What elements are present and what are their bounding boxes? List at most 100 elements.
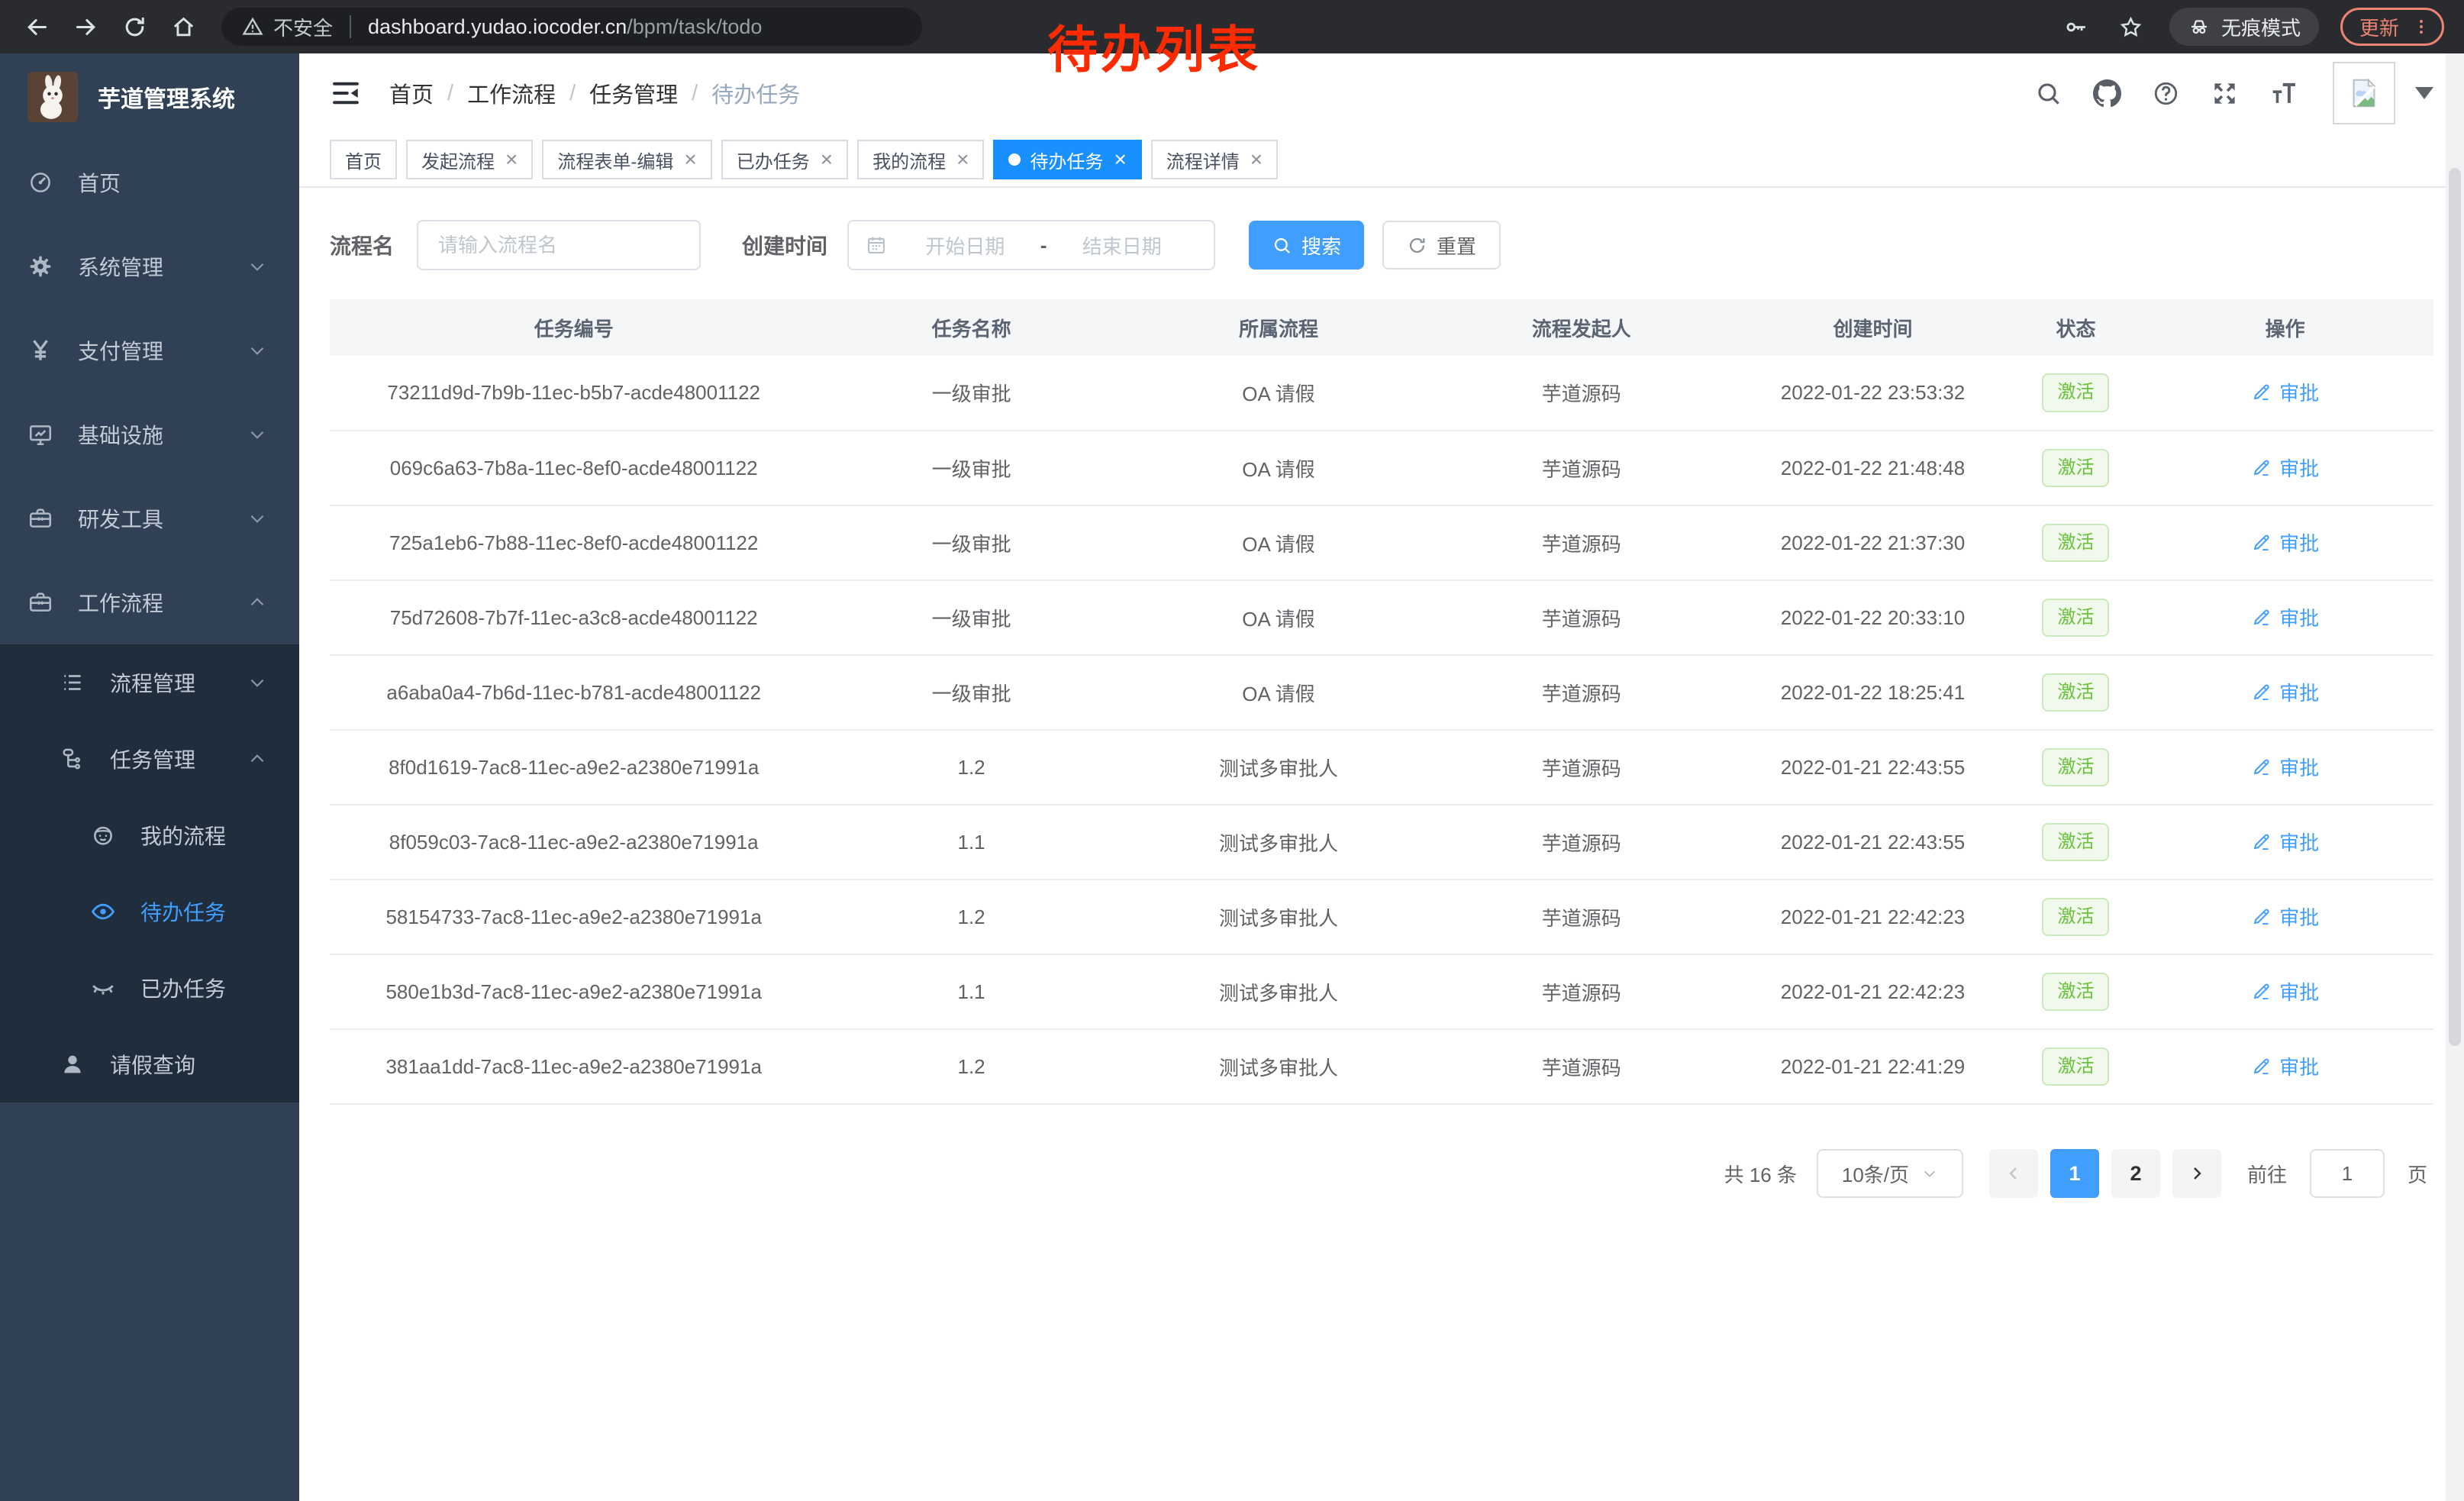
cell-process: 测试多审批人 [1125, 805, 1432, 880]
sidebar-item-done-task[interactable]: 已办任务 [0, 950, 299, 1026]
tab-close-icon[interactable]: × [684, 149, 696, 170]
cell-starter: 芋道源码 [1432, 580, 1730, 655]
breadcrumb-item[interactable]: 任务管理 [589, 77, 678, 109]
page-size-select[interactable]: 10条/页 [1817, 1149, 1963, 1198]
tab-close-icon[interactable]: × [956, 149, 969, 170]
tab-process-detail[interactable]: 流程详情× [1151, 140, 1278, 179]
url-path[interactable]: /bpm/task/todo [627, 15, 762, 39]
sidebar-item-dev-tools[interactable]: 研发工具 [0, 476, 299, 560]
help-icon[interactable] [2152, 79, 2180, 108]
cell-task-id: 8f0d1619-7ac8-11ec-a9e2-a2380e71991a [330, 730, 818, 805]
search-icon[interactable] [2034, 79, 2062, 108]
cell-starter: 芋道源码 [1432, 431, 1730, 505]
breadcrumb-item[interactable]: 工作流程 [467, 77, 556, 109]
sidebar-item-process-mgmt[interactable]: 流程管理 [0, 644, 299, 721]
cell-status: 激活 [2015, 805, 2137, 880]
approve-link[interactable]: 审批 [2251, 902, 2319, 931]
font-size-icon[interactable] [2269, 79, 2298, 108]
approve-link[interactable]: 审批 [2251, 454, 2319, 482]
range-separator: - [1040, 234, 1047, 257]
scrollbar[interactable] [2446, 53, 2464, 1501]
reset-button-label: 重置 [1437, 231, 1476, 260]
tab-form-edit[interactable]: 流程表单-编辑× [542, 140, 711, 179]
approve-link[interactable]: 审批 [2251, 977, 2319, 1006]
sidebar-item-system[interactable]: 系统管理 [0, 224, 299, 308]
broken-image-icon [2346, 76, 2382, 111]
edit-pencil-icon [2251, 457, 2272, 478]
table-row: 8f059c03-7ac8-11ec-a9e2-a2380e71991a1.1测… [330, 805, 2433, 880]
avatar[interactable] [2333, 62, 2395, 124]
page-button-1[interactable]: 1 [2050, 1149, 2099, 1198]
chevron-left-icon [2004, 1164, 2023, 1183]
tab-close-icon[interactable]: × [1250, 149, 1263, 170]
sidebar-item-home[interactable]: 首页 [0, 140, 299, 224]
sidebar-item-task-mgmt[interactable]: 任务管理 [0, 721, 299, 797]
approve-link-label: 审批 [2279, 902, 2319, 931]
approve-link[interactable]: 审批 [2251, 678, 2319, 706]
tab-done-task[interactable]: 已办任务× [721, 140, 848, 179]
approve-link[interactable]: 审批 [2251, 753, 2319, 781]
process-name-input[interactable] [417, 220, 701, 270]
start-date-placeholder[interactable]: 开始日期 [890, 231, 1040, 260]
chevron-down-icon [247, 508, 267, 528]
edit-pencil-icon [2251, 757, 2272, 777]
end-date-placeholder[interactable]: 结束日期 [1047, 231, 1197, 260]
bookmark-star-icon[interactable] [2114, 5, 2148, 48]
sidebar-item-leave-query[interactable]: 请假查询 [0, 1026, 299, 1102]
update-label[interactable]: 更新 [2359, 13, 2399, 41]
tab-todo-task[interactable]: 待办任务 × [993, 140, 1141, 179]
browser-reload-icon[interactable] [113, 5, 156, 48]
tab-label: 发起流程 [421, 147, 495, 173]
app-logo[interactable]: 芋道管理系统 [0, 53, 299, 140]
approve-link[interactable]: 审批 [2251, 1052, 2319, 1080]
tab-close-icon[interactable]: × [505, 149, 518, 170]
search-button[interactable]: 搜索 [1249, 221, 1364, 270]
approve-link[interactable]: 审批 [2251, 603, 2319, 631]
create-time-range-picker[interactable]: 开始日期 - 结束日期 [847, 220, 1215, 270]
avatar-dropdown-caret-icon[interactable] [2415, 87, 2433, 99]
goto-page-input[interactable] [2310, 1149, 2385, 1198]
tab-close-icon[interactable]: × [1114, 149, 1126, 170]
cell-created: 2022-01-22 21:48:48 [1730, 431, 2014, 505]
cell-created: 2022-01-22 20:33:10 [1730, 580, 2014, 655]
sidebar-item-payment[interactable]: 支付管理 [0, 308, 299, 392]
chevron-down-icon [1921, 1165, 1938, 1182]
browser-forward-icon[interactable] [64, 5, 107, 48]
cell-process: 测试多审批人 [1125, 730, 1432, 805]
approve-link[interactable]: 审批 [2251, 528, 2319, 557]
approve-link[interactable]: 审批 [2251, 378, 2319, 406]
tab-close-icon[interactable]: × [821, 149, 833, 170]
scrollbar-thumb[interactable] [2449, 168, 2461, 1046]
url-bar[interactable]: 不安全 dashboard.yudao.iocoder.cn /bpm/task… [221, 8, 922, 46]
sidebar-item-my-process[interactable]: 我的流程 [0, 797, 299, 873]
reset-button[interactable]: 重置 [1382, 221, 1501, 270]
approve-link[interactable]: 审批 [2251, 828, 2319, 856]
sidebar-item-label: 我的流程 [140, 820, 226, 851]
tab-label: 待办任务 [1030, 147, 1103, 173]
sidebar-item-workflow[interactable]: 工作流程 [0, 560, 299, 644]
table-row: 75d72608-7b7f-11ec-a3c8-acde48001122一级审批… [330, 580, 2433, 655]
tab-start-process[interactable]: 发起流程 × [406, 140, 533, 179]
tab-home[interactable]: 首页 [330, 140, 397, 179]
browser-back-icon[interactable] [15, 5, 58, 48]
fullscreen-icon[interactable] [2211, 79, 2239, 108]
chevron-down-icon [247, 673, 267, 692]
prev-page-button[interactable] [1989, 1149, 2038, 1198]
page-button-2[interactable]: 2 [2111, 1149, 2160, 1198]
sidebar-item-infrastructure[interactable]: 基础设施 [0, 392, 299, 476]
url-host[interactable]: dashboard.yudao.iocoder.cn [368, 15, 627, 39]
tab-my-process[interactable]: 我的流程× [857, 140, 984, 179]
browser-home-icon[interactable] [162, 5, 205, 48]
sidebar-collapse-icon[interactable] [330, 77, 362, 109]
cell-created: 2022-01-21 22:42:23 [1730, 954, 2014, 1029]
status-badge: 激活 [2042, 373, 2109, 412]
next-page-button[interactable] [2172, 1149, 2221, 1198]
security-warning-icon[interactable] [241, 15, 264, 38]
breadcrumb-item[interactable]: 首页 [389, 77, 434, 109]
security-label[interactable]: 不安全 [273, 13, 333, 41]
browser-update-button[interactable]: 更新 [2340, 8, 2444, 46]
github-icon[interactable] [2093, 79, 2121, 108]
password-key-icon[interactable] [2059, 5, 2093, 48]
briefcase-icon [27, 589, 53, 615]
sidebar-item-todo-task[interactable]: 待办任务 [0, 873, 299, 950]
